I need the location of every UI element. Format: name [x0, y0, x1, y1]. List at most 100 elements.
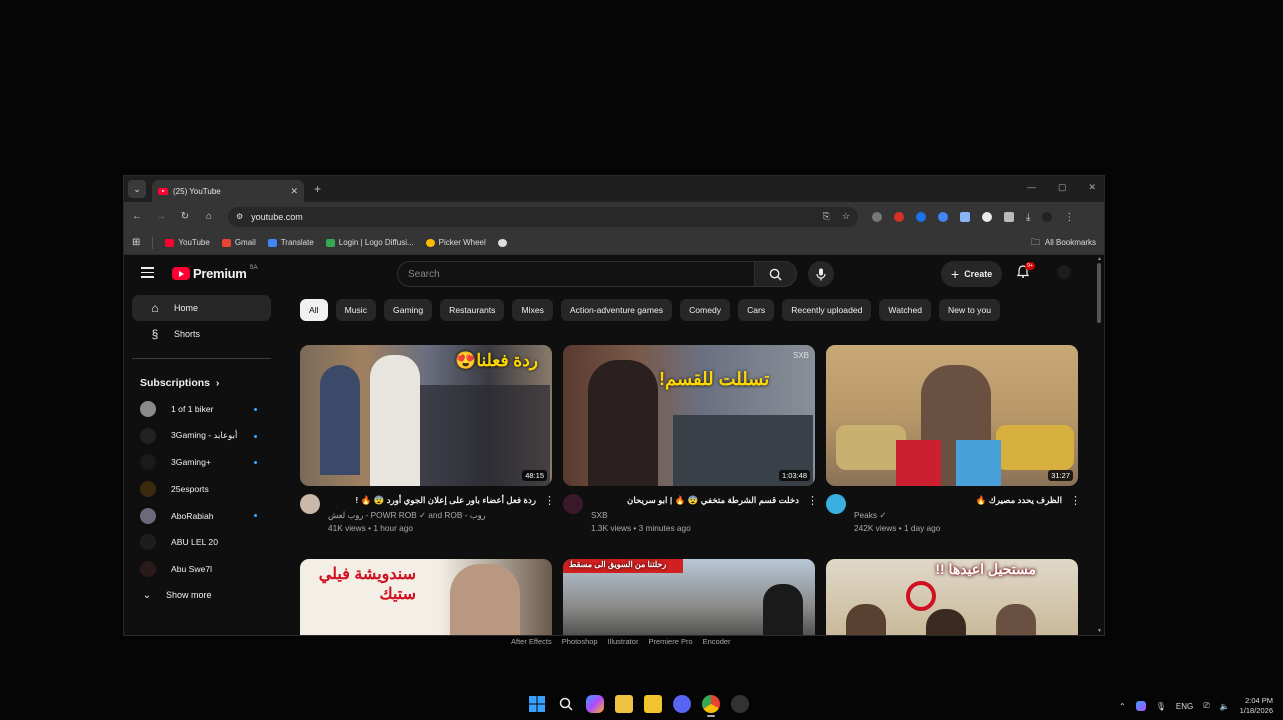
chip-restaurants[interactable]: Restaurants: [440, 299, 505, 321]
new-tab-button[interactable]: +: [314, 182, 321, 196]
copilot-tray-icon[interactable]: [1135, 701, 1146, 711]
bookmark-star-icon[interactable]: ☆: [842, 211, 850, 222]
chip-music[interactable]: Music: [335, 299, 377, 321]
clock[interactable]: 2:04 PM 1/18/2026: [1240, 696, 1273, 716]
video-thumbnail[interactable]: ردة فعلنا😍 48:15: [300, 345, 552, 486]
channel-name[interactable]: روب لعش - POWR ROB ✓ and ROB - روب: [328, 510, 536, 520]
page-scrollbar[interactable]: [1097, 263, 1101, 323]
notifications-button[interactable]: 9+: [1016, 262, 1036, 281]
extension-icon-1[interactable]: [872, 211, 882, 222]
extension-icon-2[interactable]: [894, 211, 904, 222]
forward-icon[interactable]: →: [156, 211, 166, 222]
subscriptions-header[interactable]: Subscriptions ›: [124, 370, 279, 396]
bookmark-extra[interactable]: [497, 238, 507, 247]
network-icon[interactable]: ⎚: [1203, 701, 1209, 711]
search-input[interactable]: Search: [397, 261, 755, 287]
video-menu-icon[interactable]: ⋮: [544, 494, 555, 533]
bookmark-gmail[interactable]: Gmail: [221, 238, 256, 247]
subscription-item[interactable]: 1 of 1 biker: [124, 396, 279, 423]
channel-avatar[interactable]: [826, 494, 846, 514]
show-more-button[interactable]: ⌄ Show more: [124, 582, 279, 608]
copilot-icon[interactable]: [586, 695, 604, 713]
address-bar[interactable]: ⚙ youtube.com ⎘ ☆: [228, 206, 858, 227]
extension-icon-3[interactable]: [916, 211, 926, 222]
video-thumbnail[interactable]: 31:27: [826, 345, 1078, 486]
language-indicator[interactable]: ENG: [1176, 702, 1193, 711]
account-avatar[interactable]: [1057, 265, 1071, 279]
chip-action-adventure-games[interactable]: Action-adventure games: [560, 299, 673, 321]
subscription-item[interactable]: Abu Swe7l: [124, 556, 279, 583]
sidebar-item-home[interactable]: ⌂ Home: [132, 295, 271, 321]
bookmark-youtube[interactable]: YouTube: [165, 238, 210, 247]
minimize-button[interactable]: —: [1027, 182, 1036, 193]
voice-search-button[interactable]: [808, 261, 834, 287]
chip-comedy[interactable]: Comedy: [680, 299, 731, 321]
subscription-item[interactable]: 25esports: [124, 476, 279, 503]
subscription-item[interactable]: AboRabiah: [124, 502, 279, 529]
subscription-item[interactable]: ABU LEL 20: [124, 529, 279, 556]
video-title[interactable]: ردة فعل أعضاء باور على إعلان الجوي أورد …: [328, 494, 536, 508]
maximize-button[interactable]: ▢: [1058, 182, 1067, 193]
menu-kebab-icon[interactable]: ⋮: [1064, 212, 1074, 223]
chip-watched[interactable]: Watched: [879, 299, 932, 321]
subscription-item[interactable]: 3Gaming - أبوعابد: [124, 423, 279, 450]
subscription-item[interactable]: 3Gaming+: [124, 449, 279, 476]
channel-avatar[interactable]: [300, 494, 320, 514]
search-button[interactable]: [755, 261, 797, 287]
channel-avatar[interactable]: [563, 494, 583, 514]
chrome-icon[interactable]: [702, 695, 720, 717]
tab-search-button[interactable]: ⌄: [128, 180, 146, 198]
video-card[interactable]: 31:27 الظرف يحدد مصيرك 🔥 Peaks ✓ 242K vi…: [826, 345, 1081, 533]
chip-cars[interactable]: Cars: [738, 299, 775, 321]
back-icon[interactable]: ←: [132, 211, 142, 222]
download-icon[interactable]: ⤓: [1026, 212, 1030, 223]
video-card[interactable]: ردة فعلنا😍 48:15 ردة فعل أعضاء باور على …: [300, 345, 555, 533]
extensions-puzzle-icon[interactable]: [1004, 211, 1014, 222]
all-bookmarks[interactable]: 🗀 All Bookmarks: [1031, 235, 1096, 251]
sidebar-item-shorts[interactable]: § Shorts: [132, 321, 271, 347]
video-thumbnail[interactable]: مستحيل اعيدها !!: [826, 559, 1078, 635]
menu-icon[interactable]: [141, 267, 154, 281]
install-app-icon[interactable]: ⎘: [823, 211, 830, 222]
video-thumbnail[interactable]: رحلتنا من السويق الى مسقط: [563, 559, 815, 635]
create-button[interactable]: + Create: [941, 261, 1003, 287]
scroll-up-arrow-icon[interactable]: ▲: [1097, 256, 1102, 262]
scroll-down-arrow-icon[interactable]: ▼: [1097, 628, 1102, 634]
video-card[interactable]: مستحيل اعيدها !!: [826, 559, 1078, 635]
video-menu-icon[interactable]: ⋮: [1070, 494, 1081, 533]
video-menu-icon[interactable]: ⋮: [807, 494, 818, 533]
discord-icon[interactable]: [673, 695, 691, 713]
bookmark-login[interactable]: Login | Logo Diffusi...: [325, 238, 414, 247]
video-title[interactable]: دخلت قسم الشرطة متخفي 😨 🔥 | ابو سريحان: [591, 494, 799, 508]
settings-app-icon[interactable]: [731, 695, 749, 713]
chip-recently-uploaded[interactable]: Recently uploaded: [782, 299, 872, 321]
volume-icon[interactable]: 🔈: [1220, 702, 1230, 711]
chip-new-to-you[interactable]: New to you: [939, 299, 1001, 321]
tab-youtube[interactable]: (25) YouTube ✕: [152, 180, 304, 202]
store-icon[interactable]: [615, 695, 633, 713]
chip-all[interactable]: All: [300, 299, 328, 321]
file-explorer-icon[interactable]: [644, 695, 662, 713]
search-icon[interactable]: [557, 695, 575, 713]
close-tab-icon[interactable]: ✕: [290, 186, 298, 197]
chevron-up-icon[interactable]: ⌃: [1119, 702, 1126, 711]
bookmark-picker-wheel[interactable]: Picker Wheel: [425, 238, 486, 247]
close-window-button[interactable]: ✕: [1088, 182, 1096, 193]
video-card[interactable]: سندويشة فيلي ستيك: [300, 559, 552, 635]
video-thumbnail[interactable]: سندويشة فيلي ستيك: [300, 559, 552, 635]
youtube-logo[interactable]: Premium SA: [172, 265, 258, 281]
channel-name[interactable]: SXB: [591, 510, 799, 520]
microphone-tray-icon[interactable]: 🎙: [1156, 702, 1166, 711]
apps-grid-icon[interactable]: ⊞: [132, 237, 140, 248]
video-thumbnail[interactable]: تسللت للقسم! SXB 1:03:48: [563, 345, 815, 486]
chip-mixes[interactable]: Mixes: [512, 299, 553, 321]
home-icon[interactable]: ⌂: [204, 211, 214, 222]
video-card[interactable]: رحلتنا من السويق الى مسقط: [563, 559, 815, 635]
extension-icon-5[interactable]: [960, 211, 970, 222]
site-info-icon[interactable]: ⚙: [236, 212, 243, 221]
extension-icon-6[interactable]: [982, 211, 992, 222]
video-card[interactable]: تسللت للقسم! SXB 1:03:48 دخلت قسم الشرطة…: [563, 345, 818, 533]
channel-name[interactable]: Peaks ✓: [854, 510, 1062, 520]
bookmark-translate[interactable]: Translate: [267, 238, 314, 247]
chip-gaming[interactable]: Gaming: [384, 299, 433, 321]
